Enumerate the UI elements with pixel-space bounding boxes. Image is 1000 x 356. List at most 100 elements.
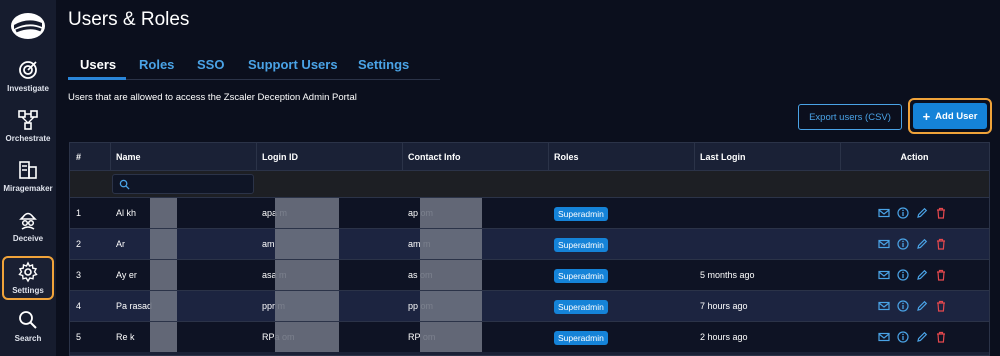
redaction-block [150,198,177,228]
nav-orchestrate[interactable]: Orchestrate [2,106,54,150]
column-divider [840,143,841,171]
user-name: Pa rasad [116,301,153,311]
role-badge: Superadmin [554,299,608,314]
last-login: 7 hours ago [700,301,748,311]
edit-icon[interactable] [916,300,928,312]
redaction-block [420,260,482,290]
delete-icon[interactable] [935,207,947,219]
table-header: # Name Login ID Contact Info Roles Last … [70,143,989,171]
redaction-block [275,198,339,228]
export-users-button[interactable]: Export users (CSV) [798,104,902,130]
column-header-last-login[interactable]: Last Login [694,143,840,171]
user-name: Re k [116,332,135,342]
role-cell: Superadmin [548,260,694,290]
nav-label: Deceive [12,234,44,243]
nav-miragemaker[interactable]: Miragemaker [2,156,54,200]
tab-settings[interactable]: Settings [358,57,409,72]
redaction-block [275,322,339,352]
user-name: Al kh [116,208,137,218]
add-user-label: Add User [935,110,978,122]
sidebar: Investigate Orchestrate Miragemaker Dece… [0,0,56,356]
info-icon[interactable] [897,331,909,343]
nav-deceive[interactable]: Deceive [2,206,54,250]
table-row[interactable]: 3Ay erasa mas omSuperadmin5 months ago [70,259,989,290]
redaction-block [420,291,482,321]
last-login: 5 months ago [700,270,755,280]
info-icon[interactable] [897,269,909,281]
table-row[interactable]: 2Aramam mSuperadmin [70,228,989,259]
user-name: Ay er [116,270,137,280]
orchestrate-icon [18,110,38,130]
column-header-roles[interactable]: Roles [548,143,694,171]
role-cell: Superadmin [548,229,694,259]
column-header-action: Action [900,152,929,162]
delete-icon[interactable] [935,331,947,343]
zscaler-logo [11,13,45,39]
edit-icon[interactable] [916,238,928,250]
tab-users[interactable]: Users [80,57,116,72]
mail-icon[interactable] [878,238,890,250]
mail-icon[interactable] [878,269,890,281]
role-badge: Superadmin [554,330,608,345]
redaction-block [420,198,482,228]
investigate-icon [19,61,37,79]
nav-label: Settings [12,286,44,295]
row-number: 4 [76,301,82,311]
nav-investigate[interactable]: Investigate [2,56,54,100]
column-header-number: # [76,152,82,162]
column-header-contact-info[interactable]: Contact Info [402,143,548,171]
column-header-login-id[interactable]: Login ID [256,143,402,171]
deceive-icon [19,212,37,230]
nav-settings[interactable]: Settings [2,256,54,300]
row-number: 5 [76,332,82,342]
mail-icon[interactable] [878,300,890,312]
redaction-block [150,322,177,352]
edit-icon[interactable] [916,207,928,219]
delete-icon[interactable] [935,238,947,250]
mail-icon[interactable] [878,207,890,219]
nav-label: Investigate [7,84,49,93]
redaction-block [420,229,482,259]
role-badge: Superadmin [554,268,608,283]
redaction-block [275,260,339,290]
info-icon[interactable] [897,238,909,250]
row-number: 3 [76,270,82,280]
nav-label: Search [14,334,42,343]
column-divider [402,143,403,171]
role-cell: Superadmin [548,322,694,352]
nav-search[interactable]: Search [2,306,54,350]
info-icon[interactable] [897,207,909,219]
name-filter-input[interactable] [112,174,254,194]
role-cell: Superadmin [548,198,694,228]
add-user-button[interactable]: + Add User [913,103,987,129]
tab-support-users[interactable]: Support Users [248,57,338,72]
edit-icon[interactable] [916,331,928,343]
column-divider [548,143,549,171]
miragemaker-icon [19,161,37,179]
row-actions [878,300,947,312]
mail-icon[interactable] [878,331,890,343]
table-row[interactable]: 5Re kRPa omRP omSuperadmin2 hours ago [70,321,989,352]
column-divider [694,143,695,171]
search-icon [119,179,130,190]
page-description: Users that are allowed to access the Zsc… [68,92,357,103]
row-actions [878,207,947,219]
tab-sso[interactable]: SSO [197,57,224,72]
plus-icon: + [922,108,931,124]
info-icon[interactable] [897,300,909,312]
table-row[interactable]: 4Pa rasadppr mpp omSuperadmin7 hours ago [70,290,989,321]
active-tab-indicator [68,77,126,80]
redaction-block [275,229,339,259]
table-row[interactable]: 1Al khapa map omSuperadmin [70,197,989,228]
page-title: Users & Roles [68,9,190,30]
user-name: Ar [116,239,125,249]
edit-icon[interactable] [916,269,928,281]
delete-icon[interactable] [935,269,947,281]
tab-roles[interactable]: Roles [139,57,174,72]
column-divider [110,143,111,171]
nav-label: Miragemaker [3,184,53,193]
delete-icon[interactable] [935,300,947,312]
row-number: 2 [76,239,82,249]
column-header-name[interactable]: Name [110,143,256,171]
search-icon [19,311,37,329]
